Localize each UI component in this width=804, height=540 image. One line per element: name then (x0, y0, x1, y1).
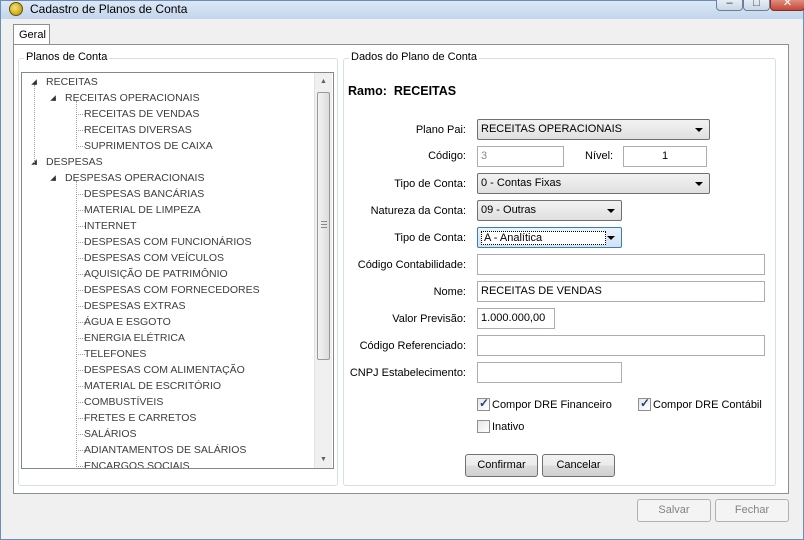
tree-item[interactable]: RECEITAS DE VENDAS (84, 106, 199, 122)
tree-item[interactable]: DESPESAS OPERACIONAIS (65, 170, 204, 186)
tipo-conta-value: 0 - Contas Fixas (481, 177, 562, 189)
fechar-button[interactable]: Fechar (715, 499, 789, 522)
plano-pai-value: RECEITAS OPERACIONAIS (481, 123, 622, 135)
scroll-down-arrow-icon[interactable]: ▼ (315, 451, 332, 468)
dados-group-title: Dados do Plano de Conta (349, 51, 479, 63)
valor-previsao-field[interactable]: 1.000.000,00 (477, 308, 555, 329)
tipo-conta-label: Tipo de Conta: (394, 178, 466, 190)
close-button[interactable]: ✕ (770, 0, 804, 11)
tree-item[interactable]: INTERNET (84, 218, 137, 234)
dre-contabil-label: Compor DRE Contábil (653, 399, 762, 411)
chevron-down-icon (607, 236, 615, 240)
tree-scrollbar[interactable]: ▲ ▼ (314, 73, 332, 468)
chevron-down-icon (695, 182, 703, 186)
natureza-value: 09 - Outras (481, 204, 537, 216)
codigo-referenciado-label: Código Referenciado: (359, 340, 466, 352)
tree-item[interactable]: RECEITAS DIVERSAS (84, 122, 192, 138)
tree-item[interactable]: DESPESAS (46, 154, 103, 170)
tree-item[interactable]: FRETES E CARRETOS (84, 410, 196, 426)
tipo-conta-2-value: A - Analítica (481, 231, 606, 245)
window-title: Cadastro de Planos de Conta (30, 2, 188, 16)
cancelar-button[interactable]: Cancelar (542, 454, 615, 477)
title-bar: Cadastro de Planos de Conta – □ ✕ (1, 0, 804, 19)
tree-item[interactable]: MATERIAL DE ESCRITÓRIO (84, 378, 221, 394)
dre-contabil-checkbox[interactable] (638, 396, 651, 411)
valor-previsao-label: Valor Previsão: (392, 313, 466, 325)
natureza-select[interactable]: 09 - Outras (477, 200, 622, 221)
tree-item[interactable]: DESPESAS BANCÁRIAS (84, 186, 204, 202)
expand-arrow-icon[interactable] (50, 175, 56, 181)
salvar-button[interactable]: Salvar (637, 499, 711, 522)
scroll-up-arrow-icon[interactable]: ▲ (315, 73, 332, 90)
tree-item[interactable]: DESPESAS COM FORNECEDORES (84, 282, 260, 298)
plano-pai-label: Plano Pai: (415, 124, 466, 136)
nivel-label: Nível: (585, 150, 614, 162)
ramo-value: RECEITAS (393, 84, 457, 98)
main-window: Cadastro de Planos de Conta – □ ✕ Geral … (0, 0, 804, 540)
cnpj-field[interactable] (477, 362, 622, 383)
expand-arrow-icon[interactable] (31, 79, 37, 85)
tree-item[interactable]: RECEITAS OPERACIONAIS (65, 90, 200, 106)
tree-item[interactable]: TELEFONES (84, 346, 146, 362)
tipo-conta-select[interactable]: 0 - Contas Fixas (477, 173, 710, 194)
codigo-label: Código: (428, 150, 466, 162)
cnpj-label: CNPJ Estabelecimento: (349, 367, 466, 379)
ramo-label: Ramo: (348, 84, 387, 98)
tree-item[interactable]: RECEITAS (46, 74, 98, 90)
account-tree[interactable]: RECEITAS RECEITAS OPERACIONAIS RECEITAS DE… (21, 72, 334, 469)
minimize-button[interactable]: – (716, 0, 743, 11)
tree-item[interactable]: ÁGUA E ESGOTO (84, 314, 171, 330)
inativo-checkbox[interactable] (477, 420, 490, 433)
plano-pai-select[interactable]: RECEITAS OPERACIONAIS (477, 119, 710, 140)
tree-item[interactable]: ENCARGOS SOCIAIS (84, 458, 190, 468)
chevron-down-icon (607, 209, 615, 213)
confirmar-button[interactable]: Confirmar (465, 454, 538, 477)
maximize-button[interactable]: □ (743, 0, 770, 11)
codigo-contabilidade-field[interactable] (477, 254, 765, 275)
scroll-thumb[interactable] (317, 92, 330, 360)
codigo-field[interactable]: 3 (477, 146, 564, 167)
inativo-label: Inativo (492, 421, 525, 433)
tree-item[interactable]: DESPESAS EXTRAS (84, 298, 186, 314)
tree-item[interactable]: AQUISIÇÃO DE PATRIMÔNIO (84, 266, 228, 282)
tree-item[interactable]: COMBUSTÍVEIS (84, 394, 163, 410)
tab-geral[interactable]: Geral (13, 24, 50, 45)
tree-item[interactable]: DESPESAS COM VEÍCULOS (84, 250, 224, 266)
tree-item[interactable]: SALÁRIOS (84, 426, 137, 442)
ramo-heading: Ramo: RECEITAS (348, 84, 456, 98)
tree-item[interactable]: ENERGIA ELÉTRICA (84, 330, 185, 346)
codigo-contabilidade-label: Código Contabilidade: (357, 259, 466, 271)
tree-item[interactable]: SUPRIMENTOS DE CAIXA (84, 138, 213, 154)
tipo-conta-2-select[interactable]: A - Analítica (477, 227, 622, 248)
dre-financeiro-checkbox[interactable] (477, 396, 490, 411)
tree-item[interactable]: MATERIAL DE LIMPEZA (84, 202, 201, 218)
planos-group-title: Planos de Conta (24, 51, 110, 63)
nivel-field[interactable]: 1 (623, 146, 707, 167)
nome-field[interactable]: RECEITAS DE VENDAS (477, 281, 765, 302)
tipo-conta-2-label: Tipo de Conta: (394, 232, 466, 244)
app-icon (9, 2, 23, 16)
dre-financeiro-label: Compor DRE Financeiro (492, 399, 612, 411)
codigo-referenciado-field[interactable] (477, 335, 765, 356)
nome-label: Nome: (433, 286, 466, 298)
tree-item[interactable]: ADIANTAMENTOS DE SALÁRIOS (84, 442, 246, 458)
natureza-label: Natureza da Conta: (370, 205, 466, 217)
tree-item[interactable]: DESPESAS COM FUNCIONÁRIOS (84, 234, 251, 250)
chevron-down-icon (695, 128, 703, 132)
tree-item[interactable]: DESPESAS COM ALIMENTAÇÃO (84, 362, 245, 378)
expand-arrow-icon[interactable] (50, 95, 56, 101)
